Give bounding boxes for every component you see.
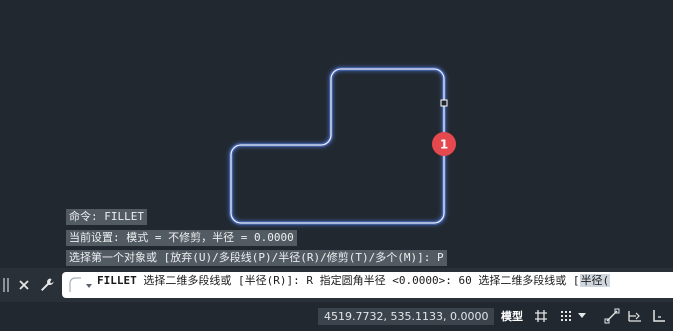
model-button[interactable]: 模型 <box>497 308 527 325</box>
history-line: 选择第一个对象或 [放弃(U)/多段线(P)/半径(R)/修剪(T)/多个(M)… <box>66 250 447 266</box>
snap-dots-icon[interactable] <box>556 306 576 326</box>
command-bar: FILLET 选择二维多段线或 [半径(R)]: R 指定圆角半径 <0.000… <box>0 268 673 302</box>
grid-icon[interactable] <box>531 306 551 326</box>
drag-handle[interactable] <box>2 275 10 295</box>
polyline-outline-glow[interactable] <box>229 67 446 225</box>
ortho-icon[interactable] <box>602 306 622 326</box>
command-prompt-text: 选择二维多段线或 [半径(R)]: R 指定圆角半径 <0.0000>: 60 … <box>136 274 580 287</box>
close-icon[interactable] <box>16 275 32 295</box>
status-bar: 4519.7732, 535.1133, 0.0000 模型 <box>0 302 673 331</box>
drawing-canvas[interactable]: 1 <box>0 0 673 268</box>
history-line: 当前设置: 模式 = 不修剪，半径 = 0.0000 <box>66 230 297 246</box>
command-prompt: FILLET 选择二维多段线或 [半径(R)]: R 指定圆角半径 <0.000… <box>97 274 611 288</box>
grip-handle[interactable] <box>440 99 448 107</box>
command-name: FILLET <box>97 274 137 287</box>
coordinate-readout[interactable]: 4519.7732, 535.1133, 0.0000 <box>318 308 495 325</box>
step-marker-number: 1 <box>440 138 448 152</box>
option-radius[interactable]: 半径( <box>579 274 611 287</box>
polar-icon[interactable] <box>625 306 645 326</box>
recent-commands-icon[interactable] <box>66 276 96 294</box>
osnap-icon[interactable] <box>649 306 669 326</box>
history-line: 命令: FILLET <box>66 209 147 225</box>
snap-dropdown-icon[interactable] <box>576 306 588 326</box>
wrench-icon[interactable] <box>38 275 56 295</box>
